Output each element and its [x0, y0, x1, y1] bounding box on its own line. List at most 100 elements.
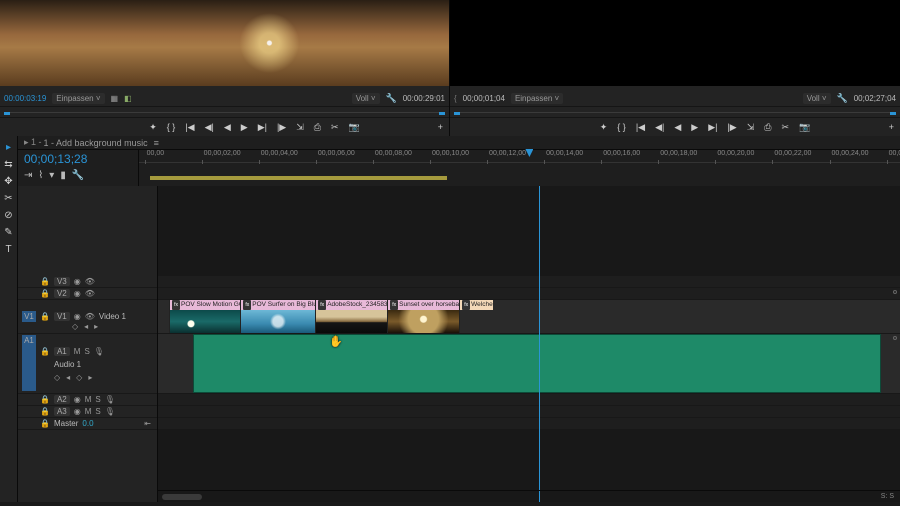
- wrench-icon[interactable]: 🔧: [837, 93, 848, 104]
- source-out-timecode[interactable]: 00:00:29:01: [403, 94, 445, 103]
- h-scrollbar[interactable]: S: S: [158, 490, 900, 502]
- tool-2[interactable]: ✥: [4, 176, 12, 187]
- wrench-icon[interactable]: 🔧: [72, 170, 84, 181]
- source-quality-dropdown[interactable]: Voll ˅: [352, 93, 380, 104]
- transport-button[interactable]: ▶|: [708, 122, 717, 133]
- insert-icon[interactable]: ▮: [60, 170, 66, 181]
- tool-1[interactable]: ⇆: [4, 159, 12, 170]
- track-a1-toggle[interactable]: A1: [54, 347, 70, 356]
- source-patch-a1[interactable]: A1: [22, 335, 36, 391]
- source-view[interactable]: [0, 0, 449, 86]
- transport-button[interactable]: ⎙: [764, 122, 771, 133]
- transport-button[interactable]: ✦: [149, 122, 157, 133]
- lock-icon[interactable]: 🔒: [40, 312, 50, 321]
- program-view[interactable]: [450, 0, 900, 86]
- sequence-name: 1 - Add background music: [44, 138, 148, 148]
- lock-icon[interactable]: 🔒: [40, 347, 50, 356]
- link-icon[interactable]: ⌇: [38, 170, 43, 181]
- mic-icon[interactable]: 🎙: [105, 395, 115, 404]
- source-scrubber[interactable]: [0, 106, 449, 118]
- snap-icon[interactable]: ⇥: [24, 170, 32, 181]
- tool-6[interactable]: T: [5, 244, 11, 255]
- ruler-tick: 00,00,14,00: [546, 150, 583, 157]
- ruler-tick: 00,00,04,00: [261, 150, 298, 157]
- program-in-timecode[interactable]: 00;00;01;04: [463, 94, 505, 103]
- status-text: S: S: [881, 493, 900, 500]
- transport-button[interactable]: ◀: [224, 122, 231, 133]
- lock-icon[interactable]: 🔒: [40, 419, 50, 428]
- eye-icon[interactable]: 👁: [85, 277, 95, 286]
- track-a2-toggle[interactable]: A2: [54, 395, 70, 404]
- plus-icon[interactable]: +: [438, 122, 443, 132]
- wrench-icon[interactable]: 🔧: [386, 93, 397, 104]
- lock-icon[interactable]: 🔒: [40, 289, 50, 298]
- source-transport: ✦ { } |◀ ◀| ◀ ▶ ▶| |▶ ⇲ ⎙ ✂ 📷 +: [0, 118, 449, 136]
- collapse-icon[interactable]: ⇤: [144, 419, 151, 428]
- transport-button[interactable]: ◀|: [655, 122, 664, 133]
- track-v2-toggle[interactable]: V2: [54, 289, 70, 298]
- transport-button[interactable]: |▶: [727, 122, 736, 133]
- playhead-timecode[interactable]: 00;00;13;28: [24, 152, 132, 166]
- transport-button[interactable]: ⇲: [747, 122, 755, 133]
- transport-button[interactable]: ▶: [241, 122, 248, 133]
- video-clip[interactable]: fxPOV Slow Motion GOPR: [169, 300, 240, 333]
- tool-0[interactable]: ▸: [6, 142, 11, 153]
- transport-button[interactable]: ◀: [674, 122, 681, 133]
- track-options-icon[interactable]: [893, 290, 897, 294]
- track-options-icon[interactable]: [893, 336, 897, 340]
- mic-icon[interactable]: 🎙: [94, 347, 104, 356]
- track-headers: 🔒V3◉👁 🔒V2◉👁 V1 🔒 V1 ◉👁 Video 1 ◇◂▸ A1 🔒A…: [18, 186, 158, 502]
- transport-button[interactable]: ✂: [781, 122, 789, 133]
- video-clip[interactable]: fxWelche St: [459, 300, 492, 333]
- ruler-tick: 00,00: [147, 150, 165, 157]
- eye-icon[interactable]: 👁: [85, 289, 95, 298]
- program-fit-dropdown[interactable]: Einpassen ˅: [511, 93, 563, 104]
- video-clip[interactable]: fxAdobeStock_234583: [315, 300, 387, 333]
- tool-3[interactable]: ✂: [4, 193, 12, 204]
- ruler-tick: 00,00,20,00: [717, 150, 754, 157]
- transport-button[interactable]: 📷: [799, 122, 810, 133]
- transport-button[interactable]: ▶|: [258, 122, 267, 133]
- transport-button[interactable]: ⎙: [314, 122, 321, 133]
- video-clip[interactable]: fxPOV Surfer on Big Blue Oc: [240, 300, 315, 333]
- transport-button[interactable]: ◀|: [205, 122, 214, 133]
- track-a3-toggle[interactable]: A3: [54, 407, 70, 416]
- program-scrubber[interactable]: [450, 106, 900, 118]
- transport-button[interactable]: 📷: [349, 122, 360, 133]
- transport-button[interactable]: { }: [617, 122, 626, 132]
- plus-icon[interactable]: +: [889, 122, 894, 132]
- time-ruler[interactable]: 00,0000,00,02,0000,00,04,0000,00,06,0000…: [139, 150, 900, 164]
- transport-button[interactable]: { }: [167, 122, 176, 132]
- program-quality-dropdown[interactable]: Voll ˅: [803, 93, 831, 104]
- marker-add-icon[interactable]: ▾: [49, 170, 54, 181]
- source-patch-v1[interactable]: V1: [22, 311, 36, 322]
- transport-button[interactable]: |◀: [185, 122, 194, 133]
- audio-clip[interactable]: [193, 334, 881, 393]
- work-area-bar[interactable]: [150, 176, 447, 180]
- transport-button[interactable]: |▶: [277, 122, 286, 133]
- lock-icon[interactable]: 🔒: [40, 395, 50, 404]
- transport-button[interactable]: ⇲: [296, 122, 304, 133]
- eye-icon[interactable]: 👁: [85, 312, 95, 321]
- video-clip[interactable]: fxSunset over horseback riders: [387, 300, 459, 333]
- frame-icon[interactable]: ▦: [111, 94, 119, 103]
- mic-icon[interactable]: 🎙: [105, 407, 115, 416]
- program-out-timecode[interactable]: 00;02;27;04: [854, 94, 896, 103]
- source-fit-dropdown[interactable]: Einpassen ˅: [52, 93, 104, 104]
- transport-button[interactable]: ▶: [691, 122, 698, 133]
- tool-4[interactable]: ⊘: [4, 210, 12, 221]
- sequence-tab[interactable]: ▸ 1 -1 - Add background music≡: [18, 136, 900, 150]
- transport-button[interactable]: |◀: [636, 122, 645, 133]
- track-content[interactable]: fxPOV Slow Motion GOPRfxPOV Surfer on Bi…: [158, 186, 900, 502]
- transport-button[interactable]: ✂: [331, 122, 339, 133]
- marker-icon[interactable]: ◧: [124, 94, 132, 103]
- ruler-tick: 00,00,08,00: [375, 150, 412, 157]
- lock-icon[interactable]: 🔒: [40, 277, 50, 286]
- track-v3-toggle[interactable]: V3: [54, 277, 70, 286]
- lock-icon[interactable]: 🔒: [40, 407, 50, 416]
- ruler-tick: 00,00,18,00: [660, 150, 697, 157]
- tool-5[interactable]: ✎: [4, 227, 12, 238]
- track-v1-toggle[interactable]: V1: [54, 312, 70, 321]
- source-in-timecode[interactable]: 00:00:03:19: [4, 94, 46, 103]
- transport-button[interactable]: ✦: [600, 122, 608, 133]
